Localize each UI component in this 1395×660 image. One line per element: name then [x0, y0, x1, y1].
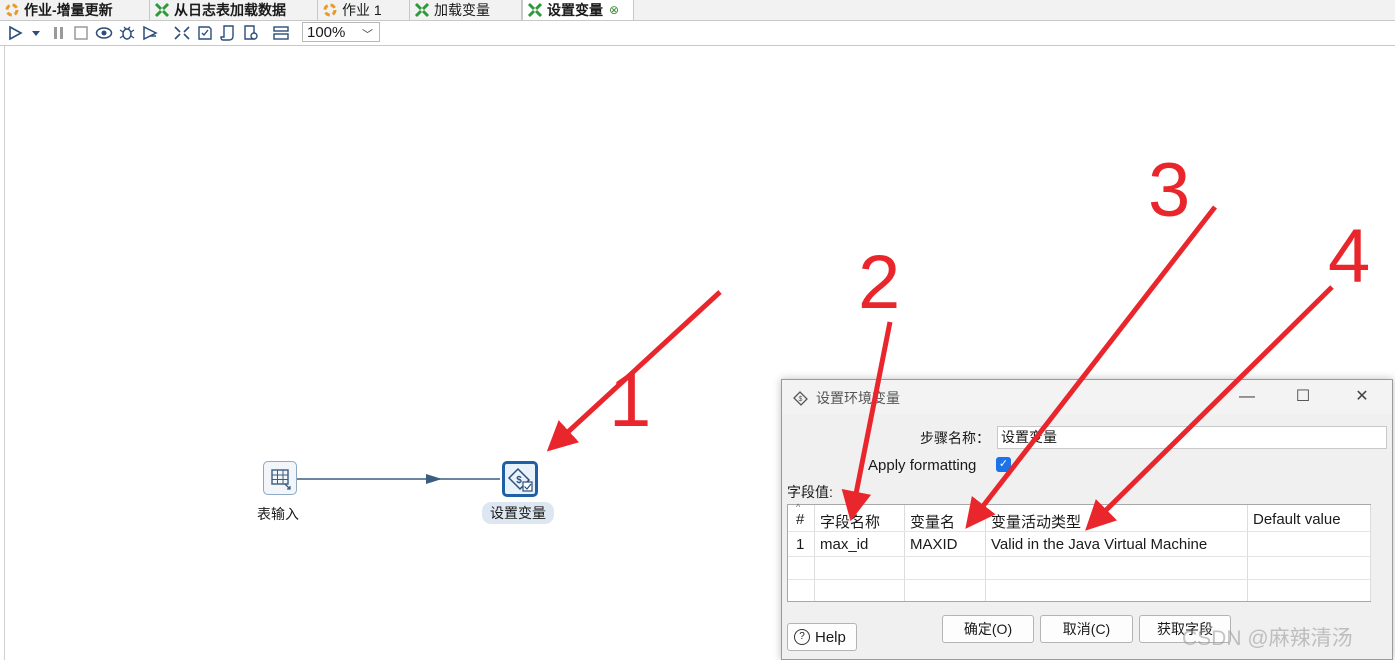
- explore-database-icon[interactable]: [242, 24, 260, 42]
- step-name-label: 步骤名称：: [920, 430, 990, 446]
- column-header-variable-name[interactable]: 变量名: [910, 511, 955, 532]
- run-icon[interactable]: [6, 24, 24, 42]
- cell-variable-name[interactable]: MAXID: [910, 536, 958, 553]
- help-button-label: Help: [815, 628, 846, 646]
- help-icon: ?: [794, 629, 810, 645]
- dialog-title: 设置环境变量: [816, 390, 900, 406]
- tab-transform-load-from-log[interactable]: 从日志表加载数据: [150, 0, 318, 20]
- transform-icon: [527, 2, 543, 18]
- cancel-button[interactable]: 取消(C): [1040, 615, 1133, 643]
- ok-button[interactable]: 确定(O): [942, 615, 1034, 643]
- preview-icon[interactable]: [95, 24, 113, 42]
- maximize-icon[interactable]: ☐: [1294, 388, 1312, 406]
- fields-table[interactable]: ^ # 字段名称 变量名 变量活动类型 Default value 1 max_…: [787, 502, 1371, 602]
- row-divider: [788, 556, 1370, 557]
- row-number: 1: [796, 536, 805, 553]
- impact-analysis-icon[interactable]: [196, 24, 214, 42]
- pause-icon[interactable]: [50, 24, 68, 42]
- hop-arrow[interactable]: [296, 471, 504, 487]
- sql-script-icon[interactable]: [219, 24, 237, 42]
- apply-formatting-label: Apply formatting: [868, 457, 977, 474]
- column-divider: [1370, 505, 1371, 601]
- dialog-title-bar[interactable]: $ 设置环境变量 — ☐ ✕: [782, 380, 1392, 414]
- set-environment-variables-dialog: $ 设置环境变量 — ☐ ✕ 步骤名称： 设置变量 Apply formatti…: [781, 379, 1393, 660]
- tab-label: 从日志表加载数据: [174, 2, 286, 18]
- close-tab-icon[interactable]: ⊗: [609, 3, 619, 17]
- set-variable-icon: $: [793, 391, 808, 406]
- table-input-icon: [271, 469, 291, 490]
- job-icon: [323, 3, 337, 17]
- tab-job-1[interactable]: 作业 1: [318, 0, 410, 20]
- svg-text:$: $: [799, 396, 803, 403]
- transform-icon: [154, 2, 170, 18]
- run-options-dropdown-icon[interactable]: [30, 24, 42, 42]
- step-name-input[interactable]: 设置变量: [997, 426, 1387, 449]
- svg-text:$: $: [516, 475, 522, 486]
- transformation-toolbar: 100% ﹀: [0, 21, 1395, 46]
- step-set-variable[interactable]: $: [502, 461, 538, 497]
- column-header-default-value[interactable]: Default value: [1253, 511, 1341, 528]
- column-divider: [985, 505, 986, 601]
- apply-formatting-checkbox[interactable]: ✓: [996, 457, 1011, 472]
- editor-tab-bar: 作业-增量更新 从日志表加载数据 作业 1 加载变量 设置变量 ⊗: [0, 0, 1395, 21]
- tab-transform-load-variable[interactable]: 加载变量: [410, 0, 522, 20]
- tab-job-incremental-update[interactable]: 作业-增量更新: [0, 0, 150, 20]
- watermark: CSDN @麻辣清汤: [1182, 627, 1353, 650]
- cell-variable-scope[interactable]: Valid in the Java Virtual Machine: [991, 536, 1207, 553]
- replay-icon[interactable]: [141, 24, 159, 42]
- tab-transform-set-variable[interactable]: 设置变量 ⊗: [522, 0, 634, 20]
- zoom-value: 100%: [307, 23, 346, 41]
- column-header-field-name[interactable]: 字段名称: [820, 511, 880, 532]
- tab-label: 设置变量: [547, 2, 603, 18]
- close-icon[interactable]: ✕: [1353, 388, 1371, 406]
- help-button[interactable]: ? Help: [787, 623, 857, 651]
- tab-label: 作业 1: [342, 2, 382, 18]
- stop-icon[interactable]: [72, 24, 90, 42]
- column-divider: [904, 505, 905, 601]
- canvas-left-border: [4, 46, 5, 660]
- zoom-select[interactable]: 100% ﹀: [302, 22, 380, 42]
- column-divider: [814, 505, 815, 601]
- debug-icon[interactable]: [118, 24, 136, 42]
- transform-icon: [414, 2, 430, 18]
- job-icon: [5, 3, 19, 17]
- minimize-icon[interactable]: —: [1238, 388, 1256, 406]
- row-divider: [788, 579, 1370, 580]
- chevron-down-icon: ﹀: [362, 29, 373, 41]
- fields-label: 字段值:: [787, 484, 833, 500]
- column-divider: [1247, 505, 1248, 601]
- step-label-set-variable: 设置变量: [482, 502, 554, 524]
- show-results-icon[interactable]: [272, 24, 290, 42]
- tab-label: 加载变量: [434, 2, 490, 18]
- column-header-variable-scope[interactable]: 变量活动类型: [991, 511, 1081, 532]
- step-table-input[interactable]: [263, 461, 297, 495]
- set-variable-icon: $: [507, 467, 533, 492]
- verify-icon[interactable]: [173, 24, 191, 42]
- column-header-num[interactable]: #: [796, 511, 804, 528]
- tab-label: 作业-增量更新: [24, 2, 113, 18]
- step-label-table-input: 表输入: [257, 506, 299, 522]
- cell-field-name[interactable]: max_id: [820, 536, 868, 553]
